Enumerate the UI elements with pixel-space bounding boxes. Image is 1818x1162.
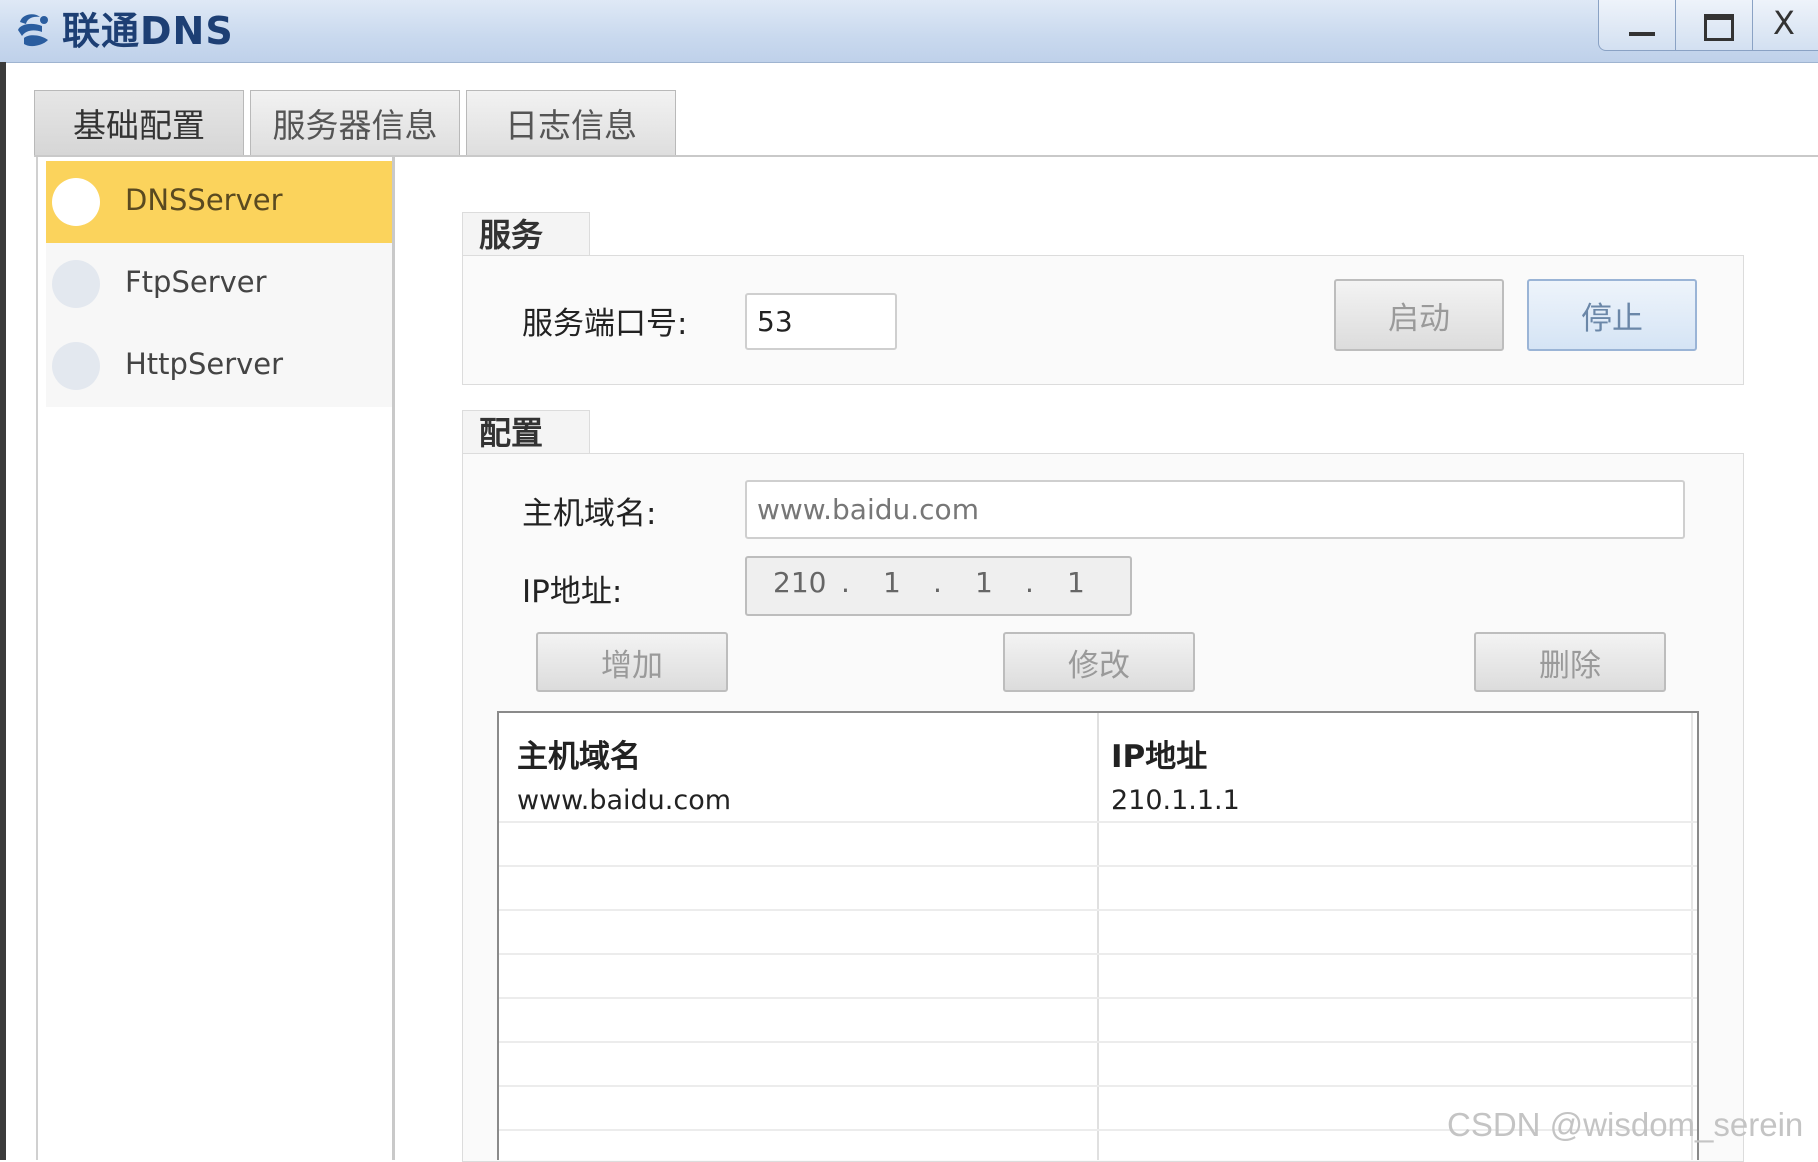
nav-item-label: FtpServer [125,265,267,299]
tab-label: 基础配置 [73,106,205,145]
port-input[interactable]: 53 [745,293,897,350]
tab-label: 服务器信息 [272,106,438,145]
dns-records-table: 主机域名 IP地址 www.baidu.com 210.1.1.1 [497,711,1699,1160]
ip-label: IP地址: [522,574,623,610]
server-list: DNSServer FtpServer HttpServer [46,161,392,407]
host-label: 主机域名: [522,496,657,532]
maximize-button[interactable] [1676,0,1753,50]
status-dot-icon [52,260,100,308]
tab-log-info[interactable]: 日志信息 [466,90,676,155]
tab-basic-config[interactable]: 基础配置 [34,90,244,155]
host-input[interactable]: www.baidu.com [745,480,1685,539]
delete-button[interactable]: 删除 [1474,632,1666,692]
cell-host: www.baidu.com [517,785,732,816]
status-dot-icon [52,342,100,390]
nav-item-httpserver[interactable]: HttpServer [46,325,392,407]
tab-server-info[interactable]: 服务器信息 [250,90,460,155]
nav-item-dnsserver[interactable]: DNSServer [46,161,392,243]
close-icon: X [1773,4,1795,42]
maximize-icon [1704,14,1734,41]
row-divider [499,1085,1697,1087]
row-divider [499,1041,1697,1043]
stop-button[interactable]: 停止 [1527,279,1697,351]
table-right-edge [1691,713,1693,1160]
config-group-title-text: 配置 [479,414,544,452]
window-left-border [0,62,6,1160]
ip-octet-3[interactable]: 1 [975,566,993,599]
column-header-host[interactable]: 主机域名 [517,731,641,776]
ip-dot-separator: . [841,566,850,599]
row-divider [499,821,1697,823]
nav-item-label: DNSServer [125,183,283,217]
row-divider [499,909,1697,911]
nav-item-ftpserver[interactable]: FtpServer [46,243,392,325]
watermark-text: CSDN @wisdom_serein [1447,1106,1804,1143]
minimize-icon [1629,32,1655,36]
ip-octet-2[interactable]: 1 [883,566,901,599]
window-controls: X [1598,0,1818,51]
row-divider [499,865,1697,867]
close-button[interactable]: X [1753,0,1818,50]
row-divider [499,953,1697,955]
minimize-button[interactable] [1599,0,1676,50]
title-bar: 联通DNS X [0,0,1818,63]
ip-octet-4[interactable]: 1 [1067,566,1085,599]
tab-label: 日志信息 [505,106,637,145]
start-button[interactable]: 启动 [1334,279,1504,351]
window-title: 联通DNS [62,9,234,53]
nav-item-label: HttpServer [125,347,284,381]
modify-button[interactable]: 修改 [1003,632,1195,692]
column-header-ip[interactable]: IP地址 [1111,731,1207,776]
row-divider [499,997,1697,999]
port-label: 服务端口号: [522,306,688,342]
ip-dot-separator: . [1025,566,1034,599]
service-group-title-text: 服务 [479,216,544,254]
ip-dot-separator: . [933,566,942,599]
cell-ip: 210.1.1.1 [1111,785,1240,816]
ip-octet-1[interactable]: 210 [773,566,826,599]
ip-address-input[interactable]: 210 . 1 . 1 . 1 [745,556,1132,616]
server-nav-panel: DNSServer FtpServer HttpServer [36,157,395,1160]
add-button[interactable]: 增加 [536,632,728,692]
tab-bar: 基础配置 服务器信息 日志信息 [34,90,682,156]
app-logo-icon [18,14,48,47]
column-separator [1097,713,1099,1160]
config-group-title: 配置 [462,410,590,455]
service-group-title: 服务 [462,212,590,257]
status-dot-icon [52,178,100,226]
